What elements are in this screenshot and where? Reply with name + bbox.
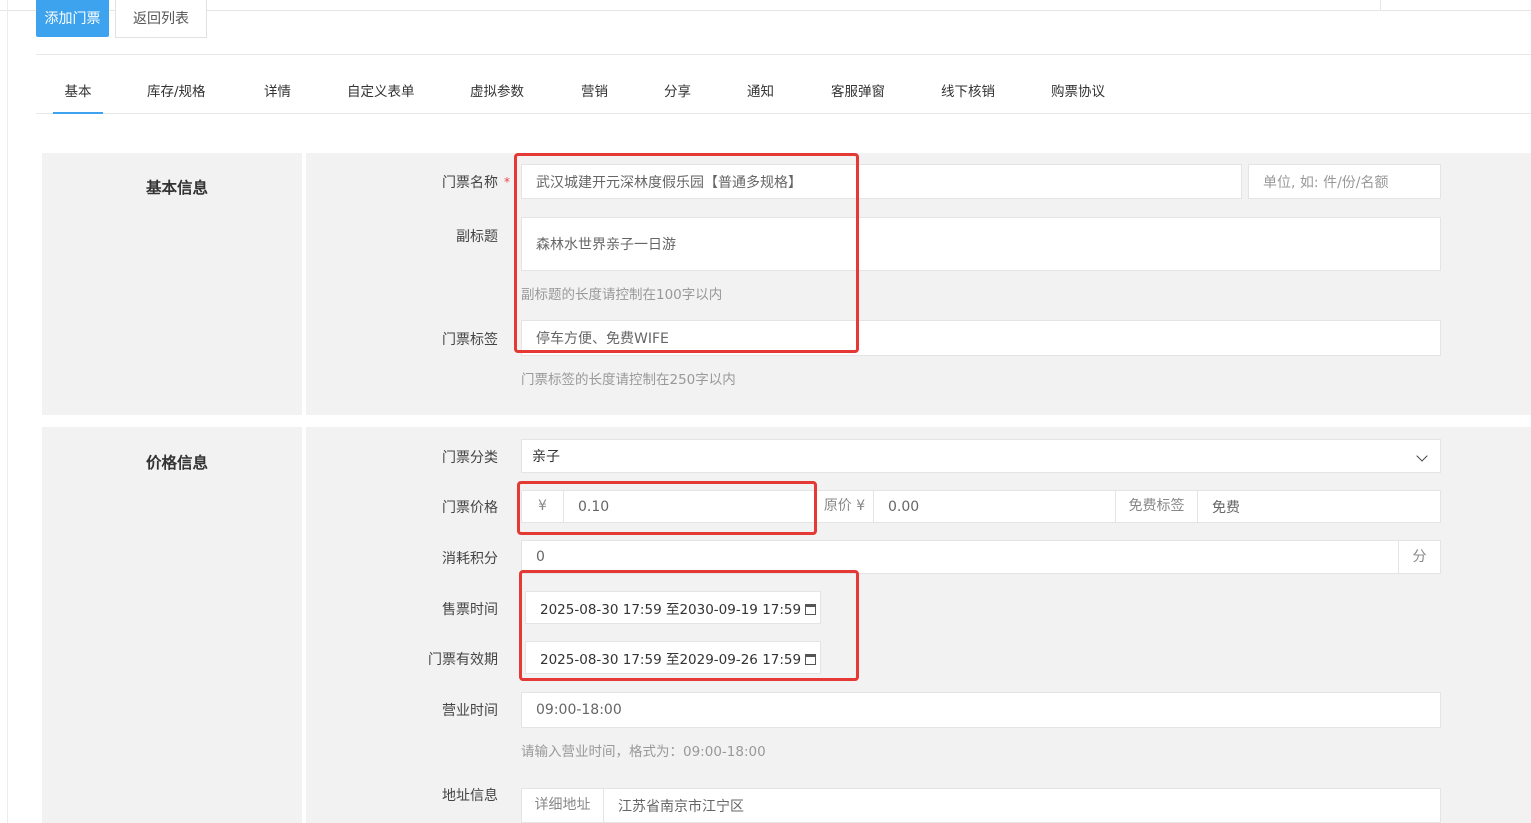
back-to-list-button[interactable]: 返回列表 (115, 0, 207, 38)
subtitle-textarea[interactable]: 森林水世界亲子一日游 (521, 217, 1441, 271)
orig-price-input[interactable]: 0.00 (874, 491, 1116, 522)
business-hours-hint: 请输入营业时间，格式为：09:00-18:00 (521, 744, 766, 760)
category-select[interactable]: 亲子 (521, 439, 1441, 473)
ticket-tags-input[interactable]: 停车方便、免费WIFE (521, 320, 1441, 356)
price-info-section: 价格信息 (42, 427, 1531, 823)
points-unit-addon: 分 (1398, 541, 1440, 573)
orig-price-addon: 原价 ¥ (816, 491, 874, 522)
required-mark: * (504, 175, 510, 189)
price-label: 门票价格 (442, 500, 498, 516)
free-tag-addon: 免费标签 (1116, 491, 1198, 522)
basic-info-title: 基本信息 (146, 179, 209, 197)
tab-stock-spec[interactable]: 库存/规格 (147, 70, 206, 114)
tab-purchase-agreement[interactable]: 购票协议 (1051, 70, 1105, 114)
tab-service-popup[interactable]: 客服弹窗 (831, 70, 885, 114)
subtitle-label: 副标题 (456, 229, 498, 245)
unit-input[interactable]: 单位, 如: 件/份/名额 (1248, 164, 1441, 199)
currency-addon: ¥ (522, 491, 564, 522)
tab-custom-form[interactable]: 自定义表单 (347, 70, 415, 114)
tab-bar: 基本 库存/规格 详情 自定义表单 虚拟参数 营销 分享 通知 客服弹窗 线下核… (36, 70, 1531, 114)
price-info-title: 价格信息 (146, 454, 209, 472)
subtitle-hint: 副标题的长度请控制在100字以内 (521, 287, 723, 303)
ticket-name-label: 门票名称 (442, 175, 498, 191)
tab-basic[interactable]: 基本 (53, 70, 103, 114)
valid-period-picker[interactable]: 2025-08-30 17:59 至2029-09-26 17:59 (525, 641, 821, 674)
address-addon: 详细地址 (522, 789, 604, 822)
calendar-icon (805, 603, 817, 615)
tab-marketing[interactable]: 营销 (581, 70, 608, 114)
tab-notify[interactable]: 通知 (747, 70, 774, 114)
tab-offline-verify[interactable]: 线下核销 (941, 70, 995, 114)
address-label: 地址信息 (442, 788, 498, 804)
business-hours-input[interactable]: 09:00-18:00 (521, 692, 1441, 728)
points-input[interactable]: 0 分 (521, 540, 1441, 574)
sale-time-label: 售票时间 (442, 602, 498, 618)
price-input[interactable]: 0.10 (564, 491, 816, 522)
tab-detail[interactable]: 详情 (264, 70, 291, 114)
valid-period-label: 门票有效期 (428, 652, 498, 668)
tab-virtual-params[interactable]: 虚拟参数 (470, 70, 524, 114)
chevron-down-icon (1416, 450, 1428, 462)
address-row: 详细地址 江苏省南京市江宁区 (521, 788, 1441, 823)
add-ticket-button[interactable]: 添加门票 (36, 0, 109, 37)
ticket-name-input[interactable]: 武汉城建开元深林度假乐园【普通多规格】 (521, 164, 1242, 199)
sale-time-picker[interactable]: 2025-08-30 17:59 至2030-09-19 17:59 (525, 591, 821, 624)
price-row: ¥ 0.10 原价 ¥ 0.00 免费标签 免费 (521, 490, 1441, 523)
calendar-icon (805, 653, 817, 665)
tab-share[interactable]: 分享 (664, 70, 691, 114)
points-label: 消耗积分 (442, 551, 498, 567)
ticket-tags-hint: 门票标签的长度请控制在250字以内 (521, 372, 736, 388)
address-input[interactable]: 江苏省南京市江宁区 (604, 789, 1440, 822)
free-tag-input[interactable]: 免费 (1198, 491, 1440, 522)
business-hours-label: 营业时间 (442, 703, 498, 719)
ticket-tags-label: 门票标签 (442, 332, 498, 348)
category-label: 门票分类 (442, 450, 498, 466)
